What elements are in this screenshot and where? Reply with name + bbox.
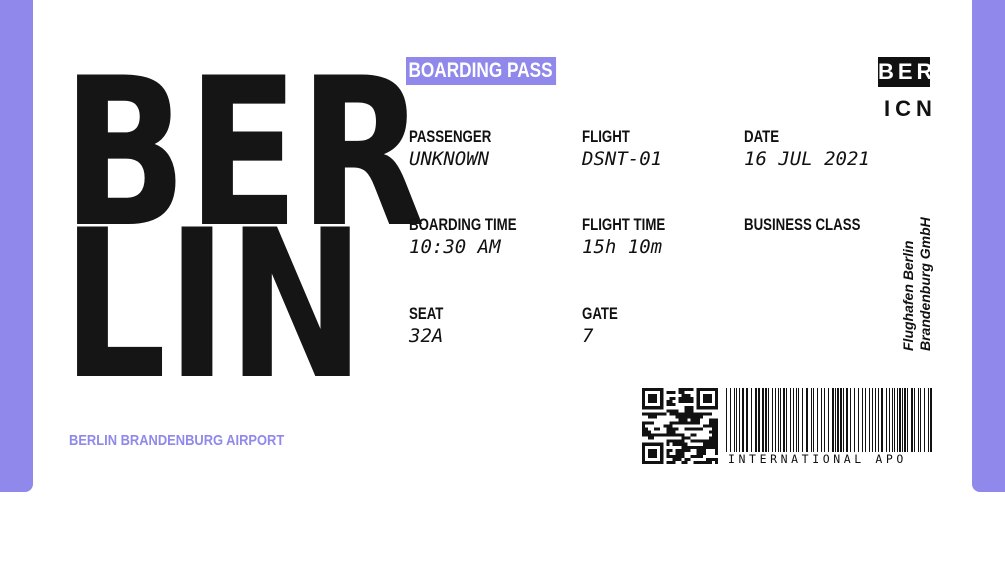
origin-code: BER — [878, 57, 932, 87]
qr-code — [642, 388, 718, 464]
flight-time-value: 15h 10m — [582, 236, 663, 258]
gate-value: 7 — [582, 325, 594, 347]
destination-city-title: BER LIN — [62, 52, 425, 409]
airport-name: BERLIN BRANDENBURG AIRPORT — [69, 432, 285, 449]
boarding-time-value: 10:30 AM — [409, 236, 501, 258]
right-accent-stripe — [972, 0, 1005, 492]
boarding-time-field: BOARDING TIME 10:30 AM — [409, 215, 547, 258]
operator-name: Flughafen Berlin Brandenburg GmbH — [900, 217, 934, 351]
class-label: BUSINESS CLASS — [744, 215, 861, 234]
flight-value: DSNT-01 — [582, 148, 663, 170]
destination-code: ICN — [884, 96, 937, 121]
barcode-text: INTERNATIONAL APO — [728, 452, 907, 466]
seat-field: SEAT 32A — [409, 304, 453, 347]
date-value: 16 JUL 2021 — [744, 148, 870, 170]
boarding-time-label: BOARDING TIME — [409, 215, 517, 234]
left-accent-stripe — [0, 0, 33, 492]
class-field: BUSINESS CLASS — [744, 215, 893, 235]
boarding-pass-title: BOARDING PASS — [406, 57, 556, 85]
barcode — [726, 388, 932, 452]
seat-label: SEAT — [409, 304, 444, 323]
gate-field: GATE 7 — [582, 304, 628, 347]
operator-line-2: Brandenburg GmbH — [917, 217, 933, 351]
gate-label: GATE — [582, 304, 618, 323]
date-label: DATE — [744, 127, 780, 146]
operator-line-1: Flughafen Berlin — [900, 240, 916, 351]
flight-time-label: FLIGHT TIME — [582, 215, 666, 234]
passenger-field: PASSENGER UNKNOWN — [409, 127, 515, 170]
date-field: DATE 16 JUL 2021 — [744, 127, 870, 170]
flight-time-field: FLIGHT TIME 15h 10m — [582, 215, 689, 258]
flight-field: FLIGHT DSNT-01 — [582, 127, 662, 170]
passenger-value: UNKNOWN — [409, 148, 490, 170]
passenger-label: PASSENGER — [409, 127, 492, 146]
seat-value: 32A — [409, 325, 444, 347]
flight-label: FLIGHT — [582, 127, 630, 146]
